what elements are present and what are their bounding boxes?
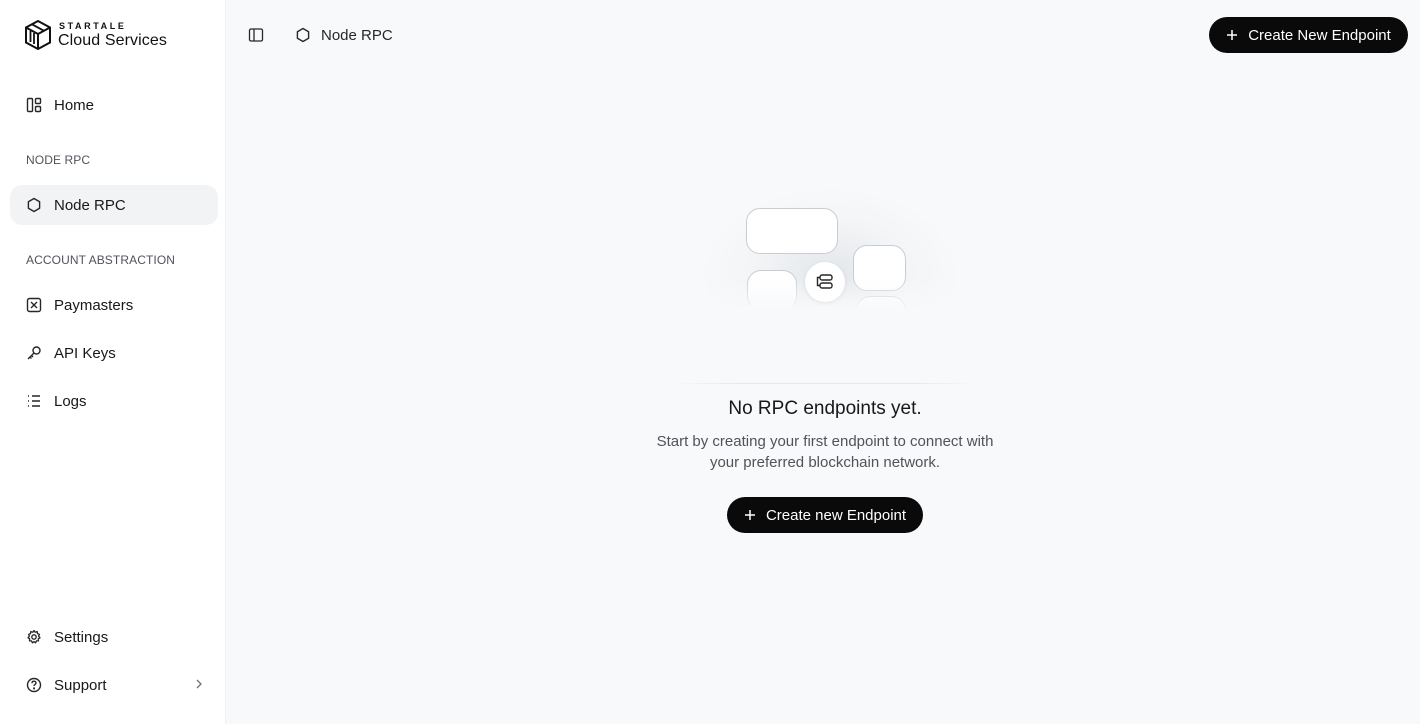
plus-icon: [1227, 30, 1238, 40]
sidebar-item-label: Settings: [54, 628, 109, 646]
brand-product: Cloud Services: [58, 31, 168, 49]
dashboard-icon: [26, 97, 42, 113]
startale-logo[interactable]: STARTALE Cloud Services: [25, 20, 167, 50]
list-icon: [26, 393, 42, 409]
empty-state-illustration: [665, 150, 985, 388]
create-new-endpoint-cta-button[interactable]: Create new Endpoint: [727, 497, 923, 533]
sidebar-item-settings[interactable]: Settings: [10, 617, 218, 657]
plus-icon: [744, 510, 755, 520]
chevron-right-icon: [194, 677, 204, 695]
panel-left-icon: [248, 28, 264, 42]
empty-state-description: Start by creating your first endpoint to…: [656, 433, 994, 471]
sidebar-item-label: API Keys: [54, 344, 116, 362]
help-circle-icon: [26, 677, 42, 693]
breadcrumb: Node RPC: [295, 25, 393, 45]
key-icon: [26, 345, 42, 361]
create-new-endpoint-button[interactable]: Create New Endpoint: [1209, 17, 1408, 53]
sidebar-item-logs[interactable]: Logs: [10, 381, 218, 421]
button-label: Create new Endpoint: [765, 506, 907, 524]
sidebar-toggle-button[interactable]: [246, 25, 266, 45]
hexagon-icon: [296, 27, 310, 43]
sidebar-item-node-rpc[interactable]: Node RPC: [10, 185, 218, 225]
sidebar-item-support[interactable]: Support: [10, 665, 218, 705]
paymaster-icon: [26, 297, 42, 313]
sidebar: STARTALE Cloud Services Home NODE RPC No…: [0, 0, 226, 724]
brand-company: STARTALE: [59, 20, 127, 31]
button-label: Create New Endpoint: [1248, 26, 1391, 44]
sidebar-item-home[interactable]: Home: [10, 85, 218, 125]
empty-state-title: No RPC endpoints yet.: [728, 398, 922, 419]
hexagon-icon: [26, 197, 42, 213]
sidebar-item-paymasters[interactable]: Paymasters: [10, 285, 218, 325]
gear-icon: [26, 629, 42, 645]
server-stack-icon: [805, 262, 845, 302]
sidebar-item-label: Support: [54, 676, 107, 694]
section-label-node-rpc: NODE RPC: [26, 153, 91, 167]
section-label-account-abstraction: ACCOUNT ABSTRACTION: [26, 253, 176, 267]
sidebar-item-label: Logs: [54, 392, 87, 410]
sidebar-item-label: Home: [54, 96, 95, 114]
sidebar-item-label: Paymasters: [54, 296, 134, 314]
breadcrumb-label: Node RPC: [321, 26, 393, 44]
sidebar-item-api-keys[interactable]: API Keys: [10, 333, 218, 373]
sidebar-item-label: Node RPC: [54, 196, 126, 214]
cube-logo-icon: [25, 20, 51, 50]
